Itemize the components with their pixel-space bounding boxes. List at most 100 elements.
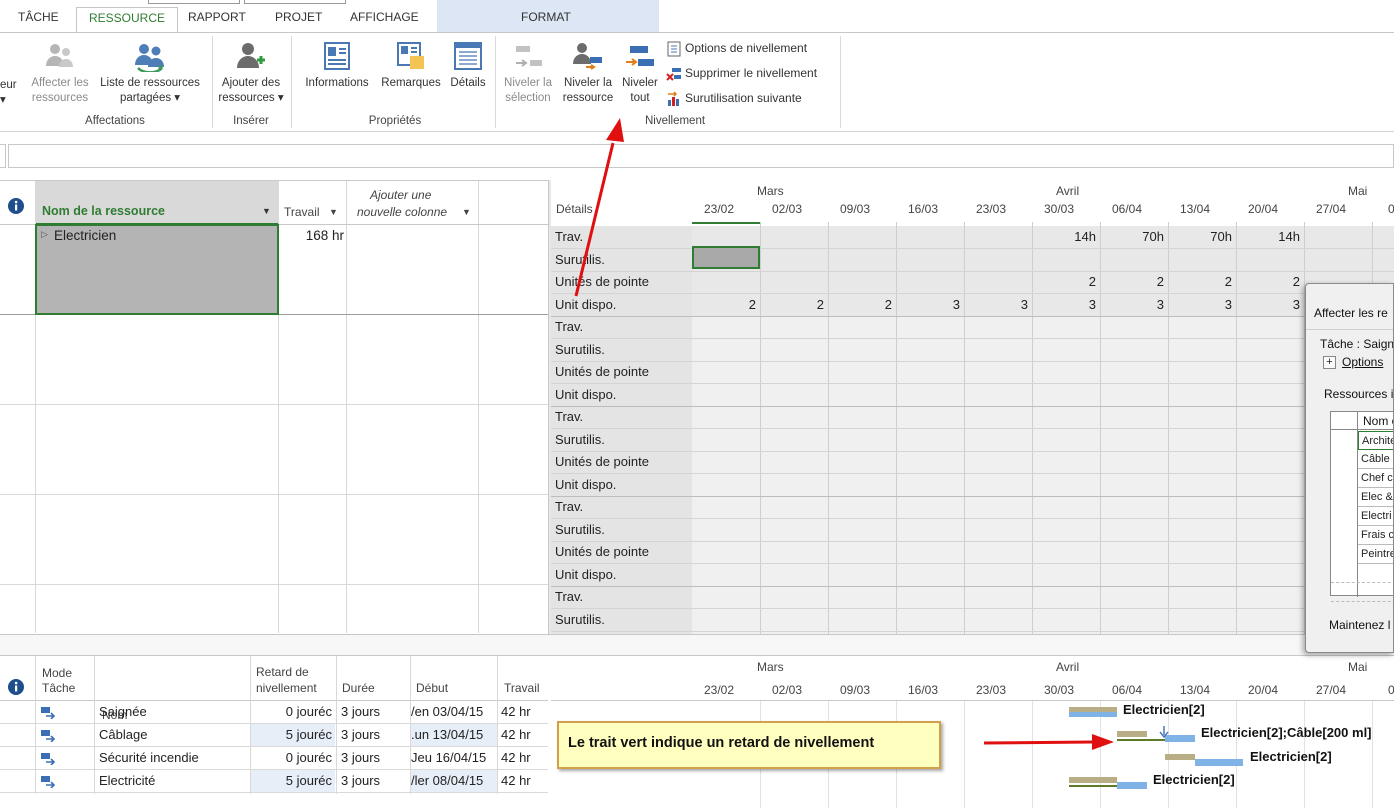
task-start-cell[interactable]: Jeu 16/04/15 xyxy=(411,747,497,769)
usage-value-cell[interactable]: 2 xyxy=(1170,272,1232,292)
add-resources-button[interactable]: Ajouter des ressources ▾ xyxy=(215,40,287,106)
usage-value-cell[interactable]: 3 xyxy=(1238,295,1300,315)
tab-rapport[interactable]: RAPPORT xyxy=(188,10,246,24)
usage-value-cell[interactable]: 2 xyxy=(1238,272,1300,292)
shared-resources-button[interactable]: Liste de ressources partagées ▾ xyxy=(94,40,206,106)
leveling-options-button[interactable]: Options de nivellement xyxy=(666,38,807,58)
level-resource-button[interactable]: Niveler la ressource xyxy=(559,40,617,106)
task-duration-cell[interactable]: 3 jours xyxy=(341,770,409,792)
next-overallocation-button[interactable]: Surutilisation suivante xyxy=(666,88,802,108)
usage-value-cell[interactable]: 2 xyxy=(762,295,824,315)
informations-button[interactable]: Informations xyxy=(297,40,377,91)
usage-value-cell[interactable]: 3 xyxy=(1034,295,1096,315)
usage-value-cell[interactable]: 3 xyxy=(1102,295,1164,315)
gantt-bar-securite[interactable] xyxy=(1195,759,1243,766)
level-resource-label-1: Niveler la xyxy=(564,77,612,89)
tab-ressource[interactable]: RESSOURCE xyxy=(76,7,179,33)
dialog-resource-item[interactable]: Elec & xyxy=(1358,488,1393,507)
task-delay-cell[interactable]: 5 jouréc xyxy=(251,770,335,792)
col-header-work[interactable]: Travail xyxy=(284,205,320,219)
col-start[interactable]: Début xyxy=(416,681,448,695)
task-name-cell[interactable]: Electricité xyxy=(99,770,249,792)
col-duration[interactable]: Durée xyxy=(342,681,375,695)
clear-leveling-button[interactable]: Supprimer le nivellement xyxy=(666,63,817,83)
task-work-cell[interactable]: 42 hr xyxy=(501,724,547,746)
cut-off-button[interactable]: eur ▾ xyxy=(0,78,17,108)
resource-work[interactable]: 168 hr xyxy=(290,228,344,243)
formula-bar-cancel[interactable] xyxy=(0,144,6,168)
gantt-bar-cablage[interactable] xyxy=(1165,735,1195,742)
grid-line xyxy=(0,404,548,405)
usage-value-cell[interactable]: 3 xyxy=(1170,295,1232,315)
resource-name[interactable]: Electricien xyxy=(54,228,116,243)
col-mode-1[interactable]: Mode xyxy=(42,666,72,680)
col-work[interactable]: Travail xyxy=(504,681,540,695)
dialog-resource-item[interactable]: Electri xyxy=(1358,507,1393,526)
usage-value-cell[interactable]: 2 xyxy=(1034,272,1096,292)
remarques-button[interactable]: Remarques xyxy=(377,40,445,91)
options-expand-button[interactable]: + xyxy=(1323,356,1336,369)
usage-value-cell[interactable]: 2 xyxy=(694,295,756,315)
usage-value-cell[interactable]: 3 xyxy=(898,295,960,315)
task-start-cell[interactable]: /ler 08/04/15 xyxy=(411,770,497,792)
usage-value-cell[interactable]: 14h xyxy=(1238,227,1300,247)
task-row[interactable]: Electricité 5 jouréc 3 jours/ler 08/04/15 4… xyxy=(0,770,548,792)
task-start-cell[interactable]: .un 13/04/15 xyxy=(411,724,497,746)
usage-value-cell[interactable]: 2 xyxy=(830,295,892,315)
task-row[interactable]: Saignée 0 jouréc 3 jours/en 03/04/15 42 hr xyxy=(0,701,548,723)
month-mars: Mars xyxy=(757,184,784,198)
col-name-filter-arrow[interactable]: ▼ xyxy=(262,206,271,216)
task-work-cell[interactable]: 42 hr xyxy=(501,770,547,792)
col-header-add-2[interactable]: nouvelle colonne xyxy=(357,205,447,219)
col-work-filter-arrow[interactable]: ▼ xyxy=(329,207,338,217)
horizontal-splitter[interactable] xyxy=(0,634,1394,656)
details-button[interactable]: Détails xyxy=(446,40,490,91)
grid-line xyxy=(0,584,548,585)
tab-projet[interactable]: PROJET xyxy=(275,10,322,24)
task-row[interactable]: Câblage 5 jouréc 3 jours .un 13/04/15 42 hr xyxy=(0,724,548,746)
dialog-resource-item[interactable]: Peintre xyxy=(1358,545,1393,564)
usage-value-cell[interactable]: 70h xyxy=(1102,227,1164,247)
col-mode-2[interactable]: Tâche xyxy=(42,681,75,695)
usage-value-cell[interactable]: 3 xyxy=(966,295,1028,315)
gantt-baseline-cablage xyxy=(1117,731,1147,737)
task-start-cell[interactable]: /en 03/04/15 xyxy=(411,701,497,723)
tab-format[interactable]: FORMAT xyxy=(521,10,571,24)
dialog-resource-item[interactable]: Chef c xyxy=(1358,469,1393,488)
task-delay-cell[interactable]: 0 jouréc xyxy=(251,701,335,723)
col-delay-1[interactable]: Retard de xyxy=(256,665,309,679)
level-all-button[interactable]: Niveler tout xyxy=(617,40,663,106)
task-name-cell[interactable]: Câblage xyxy=(99,724,249,746)
task-delay-cell[interactable]: 0 jouréc xyxy=(251,747,335,769)
col-add-arrow[interactable]: ▼ xyxy=(462,207,471,217)
tab-affichage[interactable]: AFFICHAGE xyxy=(350,10,419,24)
dialog-resource-item[interactable]: Archite xyxy=(1358,431,1393,450)
selected-usage-cell[interactable] xyxy=(692,246,760,269)
task-duration-cell[interactable]: 3 jours xyxy=(341,724,409,746)
tab-tache[interactable]: TÂCHE xyxy=(18,10,59,24)
gantt-bar-electricite[interactable] xyxy=(1117,782,1147,789)
expand-triangle-icon[interactable]: ▷ xyxy=(41,229,48,240)
col-header-add-1[interactable]: Ajouter une xyxy=(370,188,431,202)
task-name-cell[interactable]: Saignée xyxy=(99,701,249,723)
assign-resources-button[interactable]: Affecter les ressources xyxy=(27,40,93,106)
task-duration-cell[interactable]: 3 jours xyxy=(341,747,409,769)
leveling-delay-line-cablage xyxy=(1117,739,1165,741)
task-delay-cell[interactable]: 5 jouréc xyxy=(251,724,335,746)
task-duration-cell[interactable]: 3 jours xyxy=(341,701,409,723)
dialog-task-line: Tâche : Saign xyxy=(1320,337,1394,351)
col-header-name[interactable]: Nom de la ressource xyxy=(42,204,165,218)
task-work-cell[interactable]: 42 hr xyxy=(501,747,547,769)
task-row[interactable]: Sécurité incendie 0 jouréc 3 jours Jeu 16/0… xyxy=(0,747,548,769)
dialog-resource-item[interactable]: Frais c xyxy=(1358,526,1393,545)
dialog-resource-item[interactable]: Câble xyxy=(1358,450,1393,469)
task-work-cell[interactable]: 42 hr xyxy=(501,701,547,723)
usage-value-cell[interactable]: 2 xyxy=(1102,272,1164,292)
usage-value-cell[interactable]: 70h xyxy=(1170,227,1232,247)
usage-value-cell[interactable]: 14h xyxy=(1034,227,1096,247)
task-name-cell[interactable]: Sécurité incendie xyxy=(99,747,249,769)
dialog-options-link[interactable]: Options xyxy=(1342,355,1383,369)
col-delay-2[interactable]: nivellement xyxy=(256,681,317,695)
level-selection-button[interactable]: Niveler la sélection xyxy=(499,40,557,106)
entry-bar[interactable] xyxy=(8,144,1394,168)
